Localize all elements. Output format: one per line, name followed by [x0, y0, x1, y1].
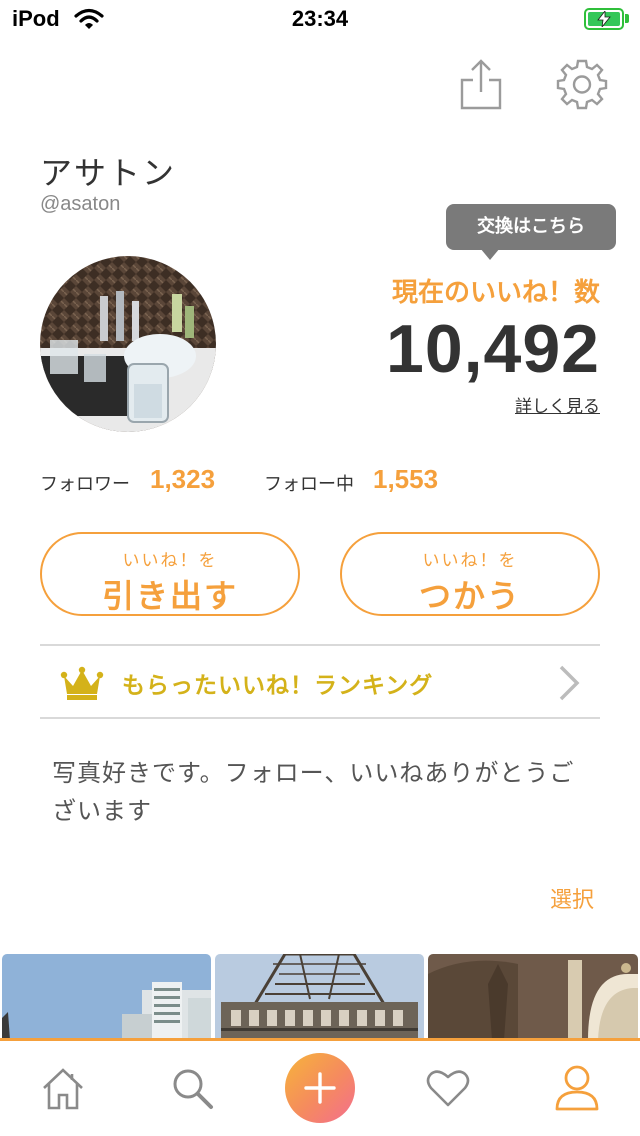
select-button[interactable]: 選択 [550, 882, 594, 914]
status-bar: iPod 23:34 [0, 0, 640, 40]
following-label[interactable]: フォロー中 [264, 470, 354, 496]
user-handle: @asaton [40, 193, 121, 215]
gear-icon[interactable] [556, 58, 608, 110]
avatar[interactable] [40, 256, 216, 432]
user-icon[interactable] [554, 1064, 600, 1112]
following-count[interactable]: 1,553 [373, 464, 438, 495]
withdraw-button-caption: いいね！を [122, 551, 218, 571]
new-post-button[interactable] [285, 1053, 355, 1123]
search-icon[interactable] [170, 1066, 214, 1110]
battery-nub [625, 14, 629, 23]
divider-bottom [40, 717, 600, 719]
followers-label[interactable]: フォロワー [40, 470, 130, 496]
display-name: アサトン [40, 154, 177, 192]
share-icon[interactable] [456, 58, 506, 110]
photo-thumbnail[interactable] [428, 954, 638, 1040]
followers-count[interactable]: 1,323 [150, 464, 215, 495]
likes-label: 現在のいいね！数 [391, 278, 600, 308]
photo-thumbnail[interactable] [215, 954, 424, 1040]
battery-icon [584, 8, 624, 30]
details-link[interactable]: 詳しく見る [515, 392, 600, 417]
ranking-label: もらったいいね！ランキング [122, 673, 434, 699]
use-button-caption: いいね！を [422, 551, 518, 571]
avatar-photo [40, 256, 216, 432]
clock: 23:34 [291, 6, 349, 31]
photo-city-skyline [2, 954, 211, 1040]
photo-tower [215, 954, 424, 1040]
likes-count: 10,492 [386, 311, 600, 387]
use-button-label: つかう [418, 577, 521, 615]
plus-icon [304, 1072, 336, 1104]
tooltip-tail [480, 248, 500, 260]
home-icon[interactable] [40, 1066, 86, 1110]
withdraw-button-label: 引き出す [101, 577, 238, 615]
exchange-tooltip[interactable]: 交換はこちら [446, 204, 616, 250]
heart-icon[interactable] [426, 1068, 470, 1108]
crown-icon [60, 666, 104, 700]
photo-interior [428, 954, 638, 1040]
profile-bio: 写真好きです。フォロー、いいねありがとうございます [52, 759, 575, 825]
withdraw-likes-button[interactable]: いいね！を 引き出す [40, 532, 300, 616]
chevron-right-icon [559, 665, 580, 701]
use-likes-button[interactable]: いいね！を つかう [340, 532, 600, 616]
photo-thumbnail[interactable] [2, 954, 211, 1040]
